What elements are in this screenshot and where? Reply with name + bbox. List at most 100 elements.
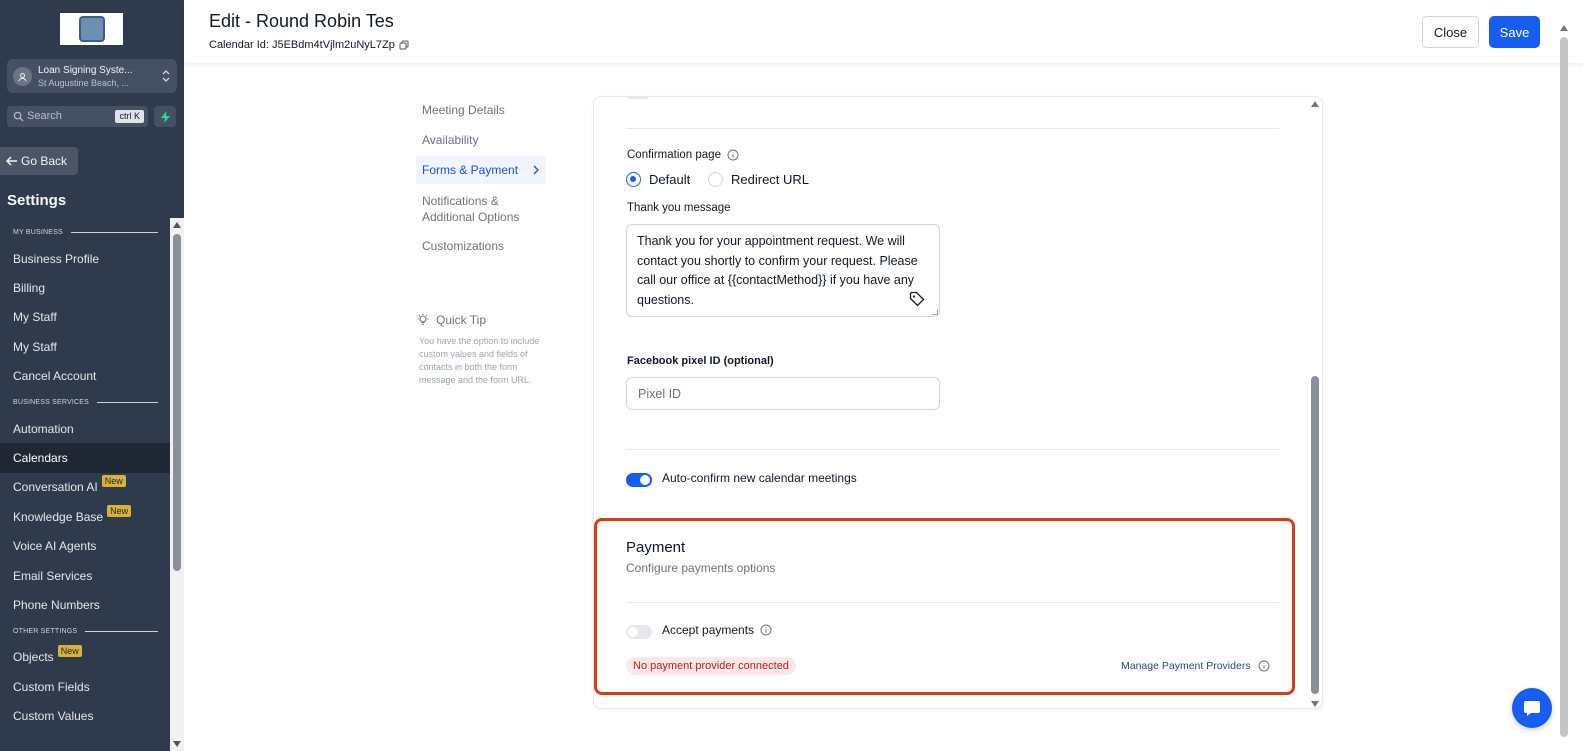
sidebar-item-email-services[interactable]: Email Services [0,561,170,590]
go-back-button[interactable]: Go Back [0,147,78,175]
quick-tip-text: You have the option to include custom va… [419,336,540,385]
new-badge: New [57,645,82,658]
accept-payments-toggle[interactable] [626,625,652,639]
scroll-up-arrow-icon[interactable] [1311,101,1319,107]
chevron-updown-icon [162,70,170,82]
payment-subtitle: Configure payments options [626,561,776,575]
pixel-id-input[interactable]: Pixel ID [626,377,940,410]
sidebar-item-calendars[interactable]: Calendars [0,443,170,473]
search-icon [13,111,24,122]
company-logo[interactable] [60,13,123,45]
sidebar-item-voice-ai-agents[interactable]: Voice AI Agents [0,532,170,561]
section-other-settings: OTHER SETTINGS [0,620,170,643]
accept-payments-row: Accept payments [662,623,772,637]
sidebar-item-objects[interactable]: Objects New [0,643,170,672]
pixel-id-placeholder: Pixel ID [638,386,682,401]
copy-icon[interactable] [399,40,409,50]
location-pin-icon [13,67,32,86]
tab-customizations[interactable]: Customizations [416,232,546,260]
divider [626,449,1279,450]
payment-title: Payment [626,539,686,556]
save-button[interactable]: Save [1489,16,1540,48]
divider [626,602,1279,603]
page-header: Edit - Round Robin Tes Calendar Id: J5EB… [184,0,1583,63]
auto-confirm-label: Auto-confirm new calendar meetings [662,471,857,485]
tab-forms-payment[interactable]: Forms & Payment [416,156,546,184]
sidebar-item-cancel-account[interactable]: Cancel Account [0,362,170,391]
sidebar-item-phone-numbers[interactable]: Phone Numbers [0,590,170,619]
info-icon[interactable] [1258,660,1270,672]
sidebar-item-custom-fields[interactable]: Custom Fields [0,672,170,701]
calendar-id-text: Calendar Id: J5EBdm4tVjlm2uNyL7Zp [209,39,395,51]
scroll-up-arrow-icon[interactable] [173,222,181,228]
lightbulb-icon [417,313,429,325]
sidebar-item-custom-values[interactable]: Custom Values [0,701,170,730]
section-my-business: MY BUSINESS [0,221,170,244]
manage-payment-providers-link[interactable]: Manage Payment Providers [1121,660,1270,672]
sidebar: Loan Signing Syste... St Augustine Beach… [0,0,184,751]
settings-nav: MY BUSINESS Business Profile Billing My … [0,221,170,731]
status-badge: No payment provider connected [626,657,796,675]
radio-redirect-dot[interactable] [708,172,723,187]
card-scroll-thumb[interactable] [1311,376,1319,694]
scroll-up-arrow-icon[interactable] [1560,25,1568,31]
confirmation-page-label: Confirmation page [627,149,739,161]
thank-you-message-text: Thank you for your appointment request. … [637,234,918,307]
tab-forms-payment-label: Forms & Payment [422,163,519,177]
resize-handle[interactable] [932,309,938,315]
page-title: Edit - Round Robin Tes [209,11,394,31]
search-placeholder: Search [27,110,62,122]
radio-redirect-url[interactable]: Redirect URL [708,172,809,187]
search-shortcut: ctrl K [115,110,144,123]
tab-meeting-details[interactable]: Meeting Details [416,96,546,124]
thank-you-label: Thank you message [627,202,731,214]
search-input[interactable]: Search ctrl K [7,106,148,127]
close-button[interactable]: Close [1422,16,1479,48]
radio-default-dot[interactable] [626,172,641,187]
tab-notifications[interactable]: Notifications & Additional Options [416,187,526,231]
divider [626,128,1279,129]
scroll-down-arrow-icon[interactable] [173,741,181,747]
quick-tip-title: Quick Tip [436,313,487,327]
page-scroll-thumb[interactable] [1560,37,1568,737]
chevron-right-icon [533,165,539,175]
radio-default[interactable]: Default [626,172,690,187]
section-business-services: BUSINESS SERVICES [0,391,170,414]
quick-tip: Quick Tip You have the option to include… [416,313,546,387]
thank-you-message-textarea[interactable]: Thank you for your appointment request. … [626,224,940,317]
sidebar-item-automation[interactable]: Automation [0,414,170,443]
manage-payment-providers-label[interactable]: Manage Payment Providers [1121,660,1251,672]
tab-availability[interactable]: Availability [416,126,546,154]
new-badge: New [101,475,126,488]
info-icon[interactable] [727,149,739,161]
sidebar-scrollbar[interactable] [170,218,184,751]
lightning-icon [160,110,170,123]
sidebar-item-business-profile[interactable]: Business Profile [0,244,170,273]
account-name: Loan Signing Syste... [38,65,133,76]
chat-widget-button[interactable] [1512,688,1552,728]
page-scrollbar[interactable] [1560,25,1568,741]
scroll-down-arrow-icon[interactable] [1311,701,1319,707]
forms-payment-card: Confirmation page Default Redirect URL T… [593,96,1323,709]
sidebar-item-conversation-ai[interactable]: Conversation AI New [0,473,170,502]
facebook-pixel-label: Facebook pixel ID (optional) [627,355,774,367]
card-scrollbar[interactable] [1310,99,1320,707]
settings-title: Settings [7,192,67,209]
auto-confirm-toggle[interactable] [626,473,652,487]
quick-actions-button[interactable] [154,106,176,127]
sidebar-item-billing[interactable]: Billing [0,273,170,302]
calendar-edit-nav: Meeting Details Availability Forms & Pay… [416,96,546,260]
chat-icon [1524,701,1540,716]
account-switcher[interactable]: Loan Signing Syste... St Augustine Beach… [7,59,177,93]
logo-mark [78,16,105,42]
sidebar-item-my-staff[interactable]: My Staff [0,303,170,332]
tag-icon[interactable] [909,291,925,307]
quick-tip-header: Quick Tip [416,313,546,327]
info-icon[interactable] [760,624,772,636]
radio-default-label: Default [649,172,691,187]
sidebar-scroll-thumb[interactable] [173,234,181,571]
partial-toggle [627,97,649,99]
radio-redirect-label: Redirect URL [731,172,810,187]
sidebar-item-knowledge-base[interactable]: Knowledge Base New [0,502,170,531]
sidebar-item-my-staff-2[interactable]: My Staff [0,332,170,361]
